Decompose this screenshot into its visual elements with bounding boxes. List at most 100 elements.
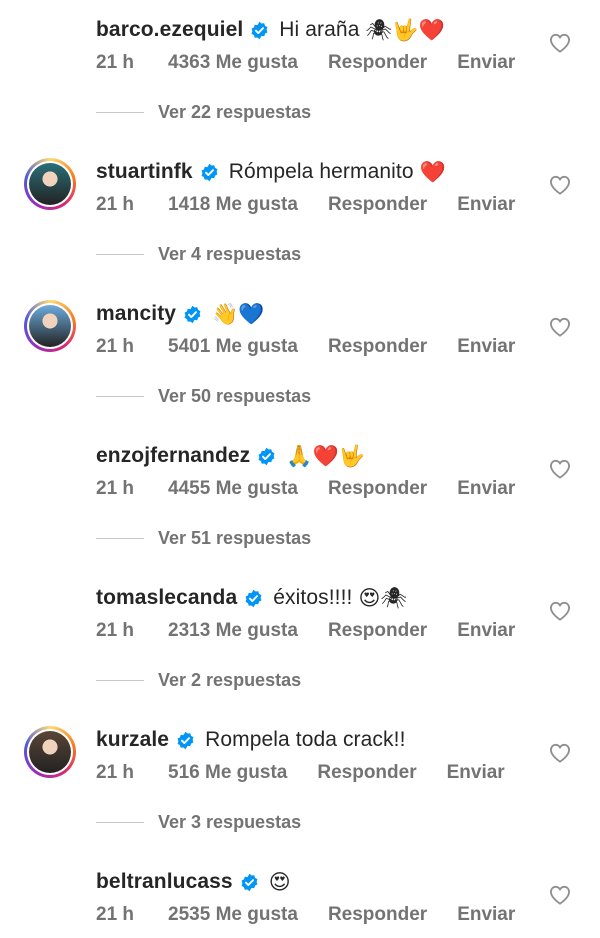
reply-button[interactable]: Responder xyxy=(328,904,427,926)
verified-badge-icon xyxy=(201,163,218,181)
comment-text: Rompela toda crack!! xyxy=(205,728,406,751)
heart-outline-icon[interactable] xyxy=(549,601,571,621)
heart-outline-icon[interactable] xyxy=(549,885,571,905)
reply-button[interactable]: Responder xyxy=(328,478,427,500)
send-button[interactable]: Enviar xyxy=(457,52,515,74)
comment-body: kurzale Rompela toda crack!! xyxy=(96,724,406,756)
replies-divider xyxy=(96,112,144,113)
view-replies-button[interactable]: Ver 3 respuestas xyxy=(96,812,301,833)
reply-button[interactable]: Responder xyxy=(328,620,427,642)
username-link[interactable]: kurzale xyxy=(96,728,169,752)
comment-item: kurzale Rompela toda crack!! 21 h 516 Me… xyxy=(0,710,600,833)
username-link[interactable]: stuartinfk xyxy=(96,160,193,184)
comment-emoji: 👋💙 xyxy=(212,301,265,326)
comment-meta: 21 h 4455 Me gusta Responder Enviar xyxy=(96,476,545,502)
heart-outline-icon[interactable] xyxy=(549,317,571,337)
view-replies-label: Ver 22 respuestas xyxy=(158,102,312,122)
comment-emoji: ❤️ xyxy=(419,159,446,184)
comment-time: 21 h xyxy=(96,194,135,215)
comment-meta: 21 h 2535 Me gusta Responder Enviar xyxy=(96,902,545,928)
comment-item: stuartinfk Rómpela hermanito ❤️ 21 h 141… xyxy=(0,142,600,265)
comment-body: mancity 👋💙 xyxy=(96,298,265,330)
verified-badge-icon xyxy=(184,305,201,323)
verified-badge-icon xyxy=(241,873,258,891)
username-link[interactable]: barco.ezequiel xyxy=(96,18,243,42)
send-button[interactable]: Enviar xyxy=(457,620,515,642)
replies-divider xyxy=(96,396,144,397)
comment-meta: 21 h 516 Me gusta Responder Enviar xyxy=(96,760,535,786)
like-count[interactable]: 2535 Me gusta xyxy=(168,904,298,926)
replies-divider xyxy=(96,538,144,539)
comment-time: 21 h xyxy=(96,336,135,357)
view-replies-label: Ver 50 respuestas xyxy=(158,386,312,406)
send-button[interactable]: Enviar xyxy=(457,904,515,926)
view-replies-button[interactable]: Ver 22 respuestas xyxy=(96,102,311,123)
avatar[interactable] xyxy=(24,868,76,920)
comment-time: 21 h xyxy=(96,762,135,783)
avatar[interactable] xyxy=(24,584,76,636)
avatar[interactable] xyxy=(24,442,76,494)
view-replies-button[interactable]: Ver 4 respuestas xyxy=(96,244,301,265)
comment-time: 21 h xyxy=(96,478,135,499)
avatar-image xyxy=(29,305,71,347)
avatar[interactable] xyxy=(24,726,76,778)
view-replies-label: Ver 51 respuestas xyxy=(158,528,312,548)
view-replies-button[interactable]: Ver 50 respuestas xyxy=(96,386,311,407)
avatar[interactable] xyxy=(24,300,76,352)
like-count[interactable]: 5401 Me gusta xyxy=(168,336,298,358)
verified-badge-icon xyxy=(251,21,268,39)
username-link[interactable]: mancity xyxy=(96,302,176,326)
comment-body: tomaslecanda éxitos!!!! 😍🕷 xyxy=(96,582,407,614)
comment-text: éxitos!!!! xyxy=(273,586,353,609)
username-link[interactable]: tomaslecanda xyxy=(96,586,237,610)
avatar-image xyxy=(29,163,71,205)
send-button[interactable]: Enviar xyxy=(457,478,515,500)
replies-divider xyxy=(96,254,144,255)
view-replies-button[interactable]: Ver 2 respuestas xyxy=(96,670,301,691)
like-count[interactable]: 4363 Me gusta xyxy=(168,52,298,74)
username-link[interactable]: beltranlucass xyxy=(96,870,233,894)
like-count[interactable]: 516 Me gusta xyxy=(168,762,287,784)
comment-emoji: 🙏❤️🤟 xyxy=(286,443,366,468)
heart-outline-icon[interactable] xyxy=(549,175,571,195)
reply-button[interactable]: Responder xyxy=(328,194,427,216)
avatar[interactable] xyxy=(24,16,76,68)
like-count[interactable]: 4455 Me gusta xyxy=(168,478,298,500)
comment-emoji: 😍 xyxy=(268,870,291,894)
send-button[interactable]: Enviar xyxy=(457,336,515,358)
send-button[interactable]: Enviar xyxy=(447,762,505,784)
username-link[interactable]: enzojfernandez xyxy=(96,444,250,468)
comment-body: enzojfernandez 🙏❤️🤟 xyxy=(96,440,365,472)
heart-outline-icon[interactable] xyxy=(549,33,571,53)
comment-body: barco.ezequiel Hi araña 🕷🤟❤️ xyxy=(96,14,445,46)
replies-divider xyxy=(96,680,144,681)
verified-badge-icon xyxy=(177,731,194,749)
heart-outline-icon[interactable] xyxy=(549,743,571,763)
view-replies-button[interactable]: Ver 51 respuestas xyxy=(96,528,311,549)
comment-item: enzojfernandez 🙏❤️🤟 21 h 4455 Me gusta R… xyxy=(0,426,600,549)
verified-badge-icon xyxy=(245,589,262,607)
view-replies-label: Ver 3 respuestas xyxy=(158,812,302,832)
comment-meta: 21 h 5401 Me gusta Responder Enviar xyxy=(96,334,545,360)
comment-text: Rómpela hermanito xyxy=(228,160,414,183)
verified-badge-icon xyxy=(258,447,275,465)
comment-time: 21 h xyxy=(96,904,135,925)
avatar-image xyxy=(29,731,71,773)
view-replies-label: Ver 2 respuestas xyxy=(158,670,302,690)
avatar[interactable] xyxy=(24,158,76,210)
comment-item: beltranlucass 😍 21 h 2535 Me gusta Respo… xyxy=(0,852,600,938)
comment-body: beltranlucass 😍 xyxy=(96,866,291,898)
comment-item: tomaslecanda éxitos!!!! 😍🕷 21 h 2313 Me … xyxy=(0,568,600,691)
reply-button[interactable]: Responder xyxy=(328,52,427,74)
view-replies-label: Ver 4 respuestas xyxy=(158,244,302,264)
comment-item: mancity 👋💙 21 h 5401 Me gusta Responder … xyxy=(0,284,600,407)
comment-body: stuartinfk Rómpela hermanito ❤️ xyxy=(96,156,446,188)
reply-button[interactable]: Responder xyxy=(328,336,427,358)
like-count[interactable]: 2313 Me gusta xyxy=(168,620,298,642)
reply-button[interactable]: Responder xyxy=(317,762,416,784)
heart-outline-icon[interactable] xyxy=(549,459,571,479)
replies-divider xyxy=(96,822,144,823)
comment-meta: 21 h 1418 Me gusta Responder Enviar xyxy=(96,192,545,218)
send-button[interactable]: Enviar xyxy=(457,194,515,216)
like-count[interactable]: 1418 Me gusta xyxy=(168,194,298,216)
